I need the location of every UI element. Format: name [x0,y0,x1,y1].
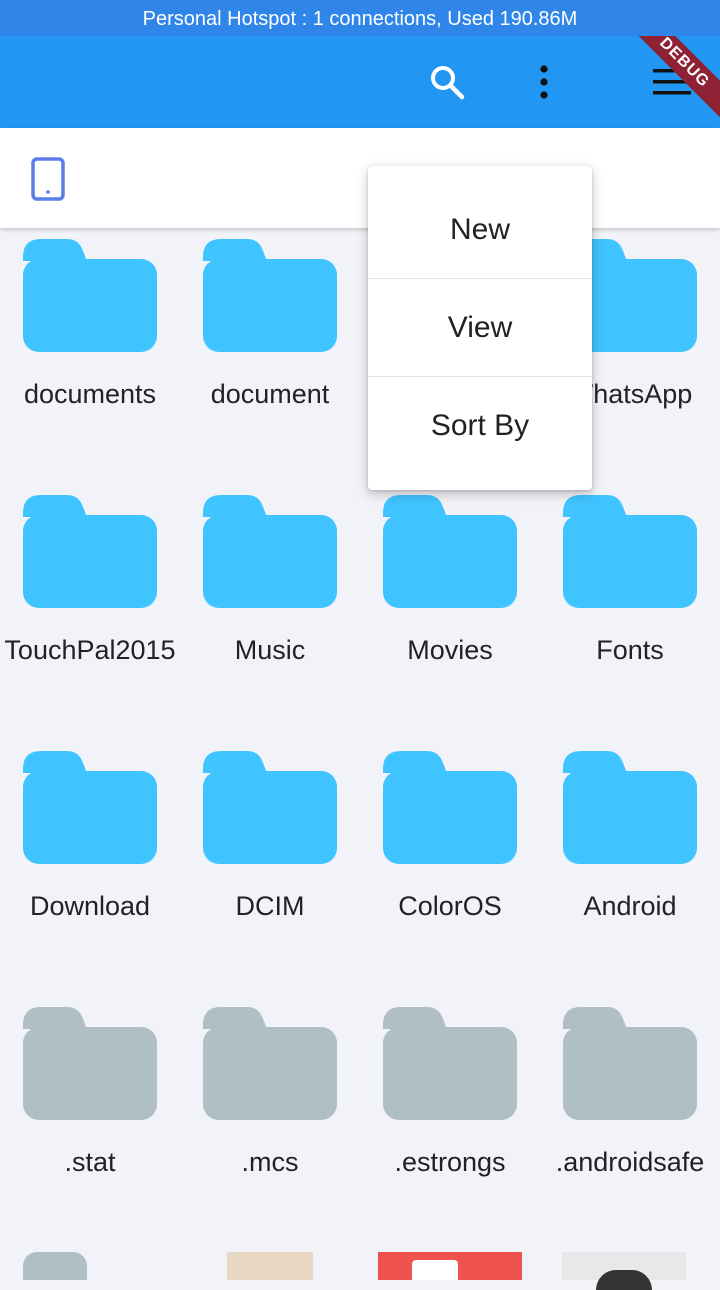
folder-item[interactable]: Movies [360,484,540,740]
folder-item[interactable]: .estrongs [360,996,540,1252]
folder-icon [383,495,517,608]
photo-subject [596,1270,652,1290]
folder-label: .mcs [241,1147,299,1177]
folder-icon [23,751,157,864]
path-bar [0,128,720,228]
folder-label: documents [23,379,157,409]
folder-icon [203,239,337,352]
app-bar: DEBUG [0,36,720,128]
folder-item[interactable]: .androidsafe [540,996,720,1252]
folder-label: .androidsafe [555,1147,705,1177]
folder-label: Android [583,891,677,921]
folder-icon [203,1007,337,1120]
folder-icon [563,751,697,864]
storage-root-button[interactable] [30,156,66,207]
folder-item[interactable]: document [180,228,360,484]
folder-icon [383,751,517,864]
folder-label: DCIM [235,891,305,921]
folder-label: Music [234,635,306,665]
folder-item[interactable]: DCIM [180,740,360,996]
folder-icon [23,239,157,352]
partial-photo-thumbnail[interactable] [562,1252,686,1290]
folder-label: Fonts [596,635,664,665]
folder-icon [23,1007,157,1120]
folder-item[interactable]: Fonts [540,484,720,740]
menu-item-view[interactable]: View [368,279,592,377]
partial-image-thumbnail[interactable] [227,1252,313,1280]
folder-label: Movies [407,635,493,665]
folder-icon [563,495,697,608]
folder-item[interactable]: Music [180,484,360,740]
folder-label: ColorOS [398,891,502,921]
folder-item[interactable]: TouchPal2015 [0,484,180,740]
folder-item[interactable]: .mcs [180,996,360,1252]
menu-item-new[interactable]: New [368,181,592,279]
folder-icon [383,1007,517,1120]
folder-label: .stat [64,1147,116,1177]
folder-grid: documents document WhatsApp TouchPal2015 Mus… [0,228,720,1280]
file-icon [412,1260,458,1280]
folder-item[interactable]: Download [0,740,180,996]
phone-icon [31,157,65,201]
search-icon [431,66,465,100]
menu-item-sort-by[interactable]: Sort By [368,377,592,475]
more-options-button[interactable] [516,54,572,110]
folder-label: Download [29,891,151,921]
folder-icon [203,495,337,608]
more-vert-icon [540,65,548,99]
folder-icon [23,495,157,608]
partial-file-thumbnail[interactable] [378,1252,522,1280]
folder-item[interactable]: documents [0,228,180,484]
partial-folder-thumbnail[interactable] [23,1252,87,1280]
search-button[interactable] [419,54,475,110]
folder-label: document [210,379,330,409]
folder-label: TouchPal2015 [4,635,176,665]
folder-icon [563,1007,697,1120]
folder-item[interactable]: .stat [0,996,180,1252]
popup-menu: New View Sort By [368,166,592,490]
folder-item[interactable]: ColorOS [360,740,540,996]
folder-icon [203,751,337,864]
folder-item[interactable]: Android [540,740,720,996]
folder-label: .estrongs [394,1147,506,1177]
status-bar: Personal Hotspot : 1 connections, Used 1… [0,0,720,38]
